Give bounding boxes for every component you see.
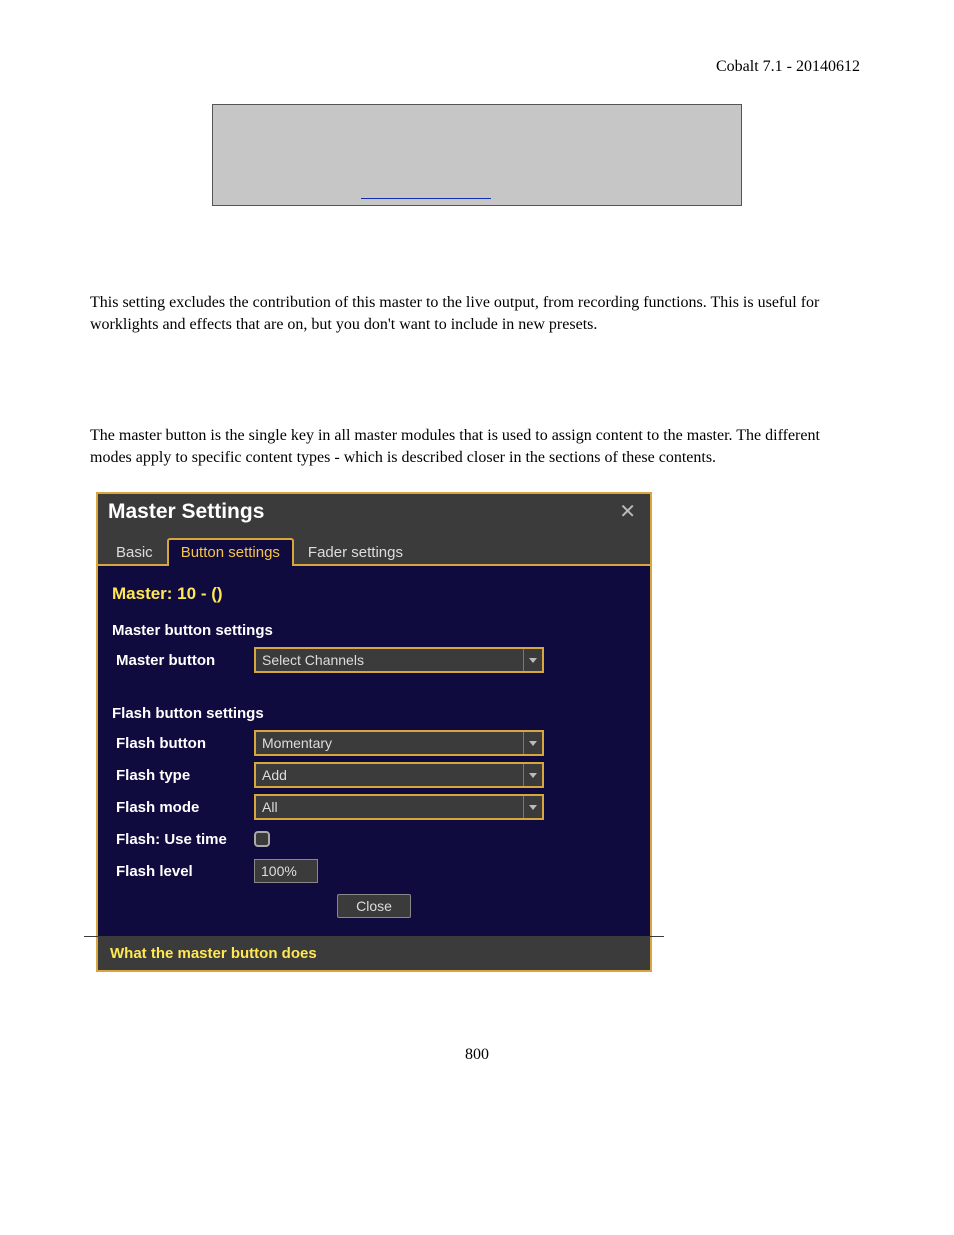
master-settings-dialog: Master Settings ✕ Basic Button settings … xyxy=(96,492,652,972)
dropdown-flash-button-value: Momentary xyxy=(256,735,523,751)
section-flash-button-settings: Flash button settings xyxy=(112,705,636,722)
label-flash-use-time: Flash: Use time xyxy=(112,831,254,848)
label-master-button: Master button xyxy=(112,652,254,669)
paragraph-exclude-record: This setting excludes the contribution o… xyxy=(90,292,864,335)
page-number: 800 xyxy=(90,1046,864,1064)
placeholder-image-box xyxy=(212,104,742,206)
close-button[interactable]: Close xyxy=(337,894,411,918)
dropdown-flash-mode-value: All xyxy=(256,799,523,815)
placeholder-link-underline xyxy=(361,198,491,199)
label-flash-button: Flash button xyxy=(112,735,254,752)
page-header-version: Cobalt 7.1 - 20140612 xyxy=(90,58,864,76)
dropdown-master-button[interactable]: Select Channels xyxy=(254,647,544,673)
dropdown-master-button-value: Select Channels xyxy=(256,652,523,668)
dropdown-flash-button[interactable]: Momentary xyxy=(254,730,544,756)
chevron-down-icon xyxy=(523,764,542,786)
label-flash-type: Flash type xyxy=(112,767,254,784)
row-flash-button: Flash button Momentary xyxy=(112,728,636,758)
bottom-section-title: What the master button does xyxy=(98,937,650,970)
tab-fader-settings[interactable]: Fader settings xyxy=(294,538,417,566)
close-icon[interactable]: ✕ xyxy=(615,502,640,522)
chevron-down-icon xyxy=(523,796,542,818)
row-flash-level: Flash level 100% xyxy=(112,856,636,886)
section-master-button-settings: Master button settings xyxy=(112,622,636,639)
paragraph-master-button-intro: The master button is the single key in a… xyxy=(90,425,864,468)
label-flash-level: Flash level xyxy=(112,863,254,880)
row-flash-use-time: Flash: Use time xyxy=(112,824,636,854)
row-flash-type: Flash type Add xyxy=(112,760,636,790)
dialog-content: Master: 10 - () Master button settings M… xyxy=(98,566,650,930)
tab-button-settings[interactable]: Button settings xyxy=(167,538,294,566)
dialog-titlebar: Master Settings ✕ xyxy=(98,494,650,530)
checkbox-flash-use-time[interactable] xyxy=(254,831,270,847)
tab-basic[interactable]: Basic xyxy=(102,538,167,566)
dropdown-flash-type-value: Add xyxy=(256,767,523,783)
master-header: Master: 10 - () xyxy=(112,584,636,604)
dialog-title: Master Settings xyxy=(108,500,615,524)
label-flash-mode: Flash mode xyxy=(112,799,254,816)
chevron-down-icon xyxy=(523,649,542,671)
input-flash-level[interactable]: 100% xyxy=(254,859,318,883)
dropdown-flash-mode[interactable]: All xyxy=(254,794,544,820)
row-master-button: Master button Select Channels xyxy=(112,645,636,675)
chevron-down-icon xyxy=(523,732,542,754)
dialog-tabbar: Basic Button settings Fader settings xyxy=(98,530,650,566)
row-flash-mode: Flash mode All xyxy=(112,792,636,822)
dropdown-flash-type[interactable]: Add xyxy=(254,762,544,788)
